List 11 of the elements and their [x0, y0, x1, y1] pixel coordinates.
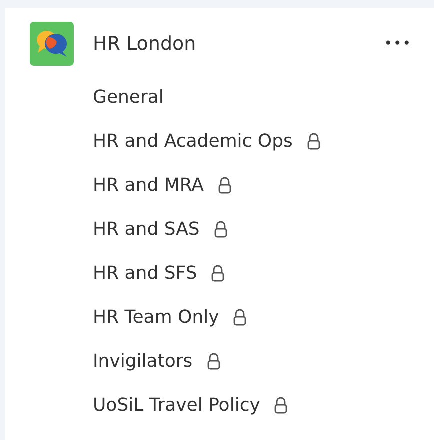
channel-name[interactable]: HR and MRA	[93, 174, 204, 196]
channel-name[interactable]: HR and SFS	[93, 262, 198, 284]
channel-name[interactable]: Invigilators	[93, 350, 193, 372]
chat-bubbles-icon	[30, 22, 74, 66]
channel-name[interactable]: HR and Academic Ops	[93, 130, 293, 152]
channel-name[interactable]: UoSiL Travel Policy	[93, 394, 260, 416]
channel-name[interactable]: General	[93, 86, 164, 108]
channel-name[interactable]: HR and SAS	[93, 218, 200, 240]
channel-name[interactable]: HR Team Only	[93, 306, 220, 328]
more-options-button[interactable]: •••	[384, 36, 412, 52]
team-name[interactable]: HR London	[93, 33, 196, 55]
